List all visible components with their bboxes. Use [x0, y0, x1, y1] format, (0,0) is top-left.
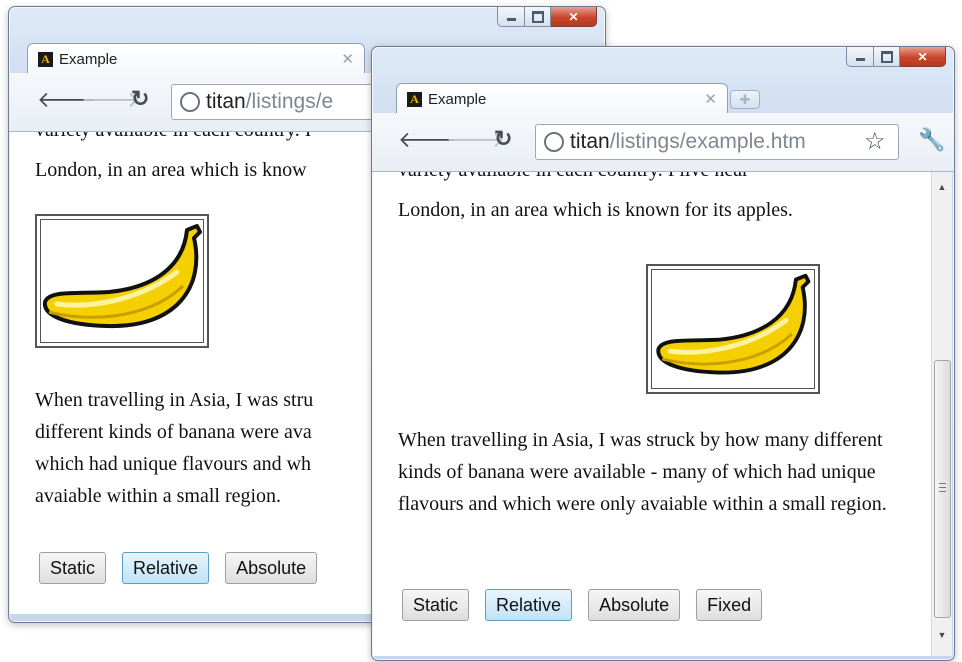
minimize-button[interactable]: [497, 7, 525, 27]
tab-close-icon[interactable]: ✕: [341, 50, 354, 68]
page-content: variety available in each country. I liv…: [373, 172, 931, 656]
absolute-button[interactable]: Absolute: [588, 589, 681, 621]
position-buttons: Static Relative Absolute: [39, 552, 318, 584]
wrench-icon[interactable]: 🔧: [918, 127, 945, 153]
url-host: titan: [570, 130, 610, 153]
banana-icon: [656, 273, 811, 375]
text-line: different kinds of banana were ava: [35, 421, 312, 443]
tab-title: Example: [59, 50, 118, 68]
fixed-button[interactable]: Fixed: [696, 589, 763, 621]
browser-window-front[interactable]: ✕ A Example ✕ ✚ 🡐 🡒 ↻ titan /listings/ex…: [371, 46, 955, 661]
relative-button[interactable]: Relative: [485, 589, 573, 621]
url-path: /listings/example.htm: [609, 130, 806, 153]
minimize-button[interactable]: [846, 47, 874, 67]
reload-icon[interactable]: ↻: [494, 126, 512, 152]
scroll-down-icon[interactable]: ▼: [932, 626, 952, 644]
banana-image: [646, 264, 820, 394]
position-buttons: Static Relative Absolute Fixed: [402, 589, 763, 621]
banana-image: [35, 214, 209, 348]
maximize-icon: [880, 50, 893, 63]
new-tab-button[interactable]: ✚: [730, 90, 760, 109]
vertical-scrollbar[interactable]: ▲ ▼: [931, 172, 952, 656]
favicon-icon: A: [38, 51, 53, 67]
close-window-button[interactable]: ✕: [551, 7, 597, 27]
tab-example[interactable]: A Example ✕: [396, 83, 728, 114]
banana-icon: [42, 224, 202, 329]
text-line: When travelling in Asia, I was stru: [35, 389, 314, 411]
url-path: /listings/e: [245, 90, 334, 113]
close-window-button[interactable]: ✕: [900, 47, 946, 67]
maximize-button[interactable]: [874, 47, 900, 67]
maximize-button[interactable]: [525, 7, 551, 27]
toolbar: 🡐 🡒 ↻ titan /listings/example.htm ☆ 🔧: [372, 113, 954, 172]
window-controls: ✕: [846, 47, 946, 67]
static-button[interactable]: Static: [402, 589, 470, 621]
maximize-icon: [531, 10, 544, 23]
minimize-icon: [855, 58, 865, 61]
clipped-text-line: variety available in each country. I: [35, 132, 311, 146]
tab-title: Example: [428, 90, 487, 108]
url-host: titan: [206, 90, 246, 113]
minimize-icon: [506, 18, 516, 21]
reload-icon[interactable]: ↻: [131, 86, 149, 112]
globe-icon: [544, 132, 564, 152]
text-line: London, in an area which is know: [35, 159, 307, 181]
tab-example[interactable]: A Example ✕: [27, 43, 365, 74]
relative-button[interactable]: Relative: [122, 552, 210, 584]
window-controls: ✕: [497, 7, 597, 27]
plus-icon: ✚: [739, 91, 751, 107]
scroll-thumb[interactable]: [934, 360, 951, 618]
text-line: London, in an area which is known for it…: [398, 199, 793, 221]
tab-close-icon[interactable]: ✕: [704, 90, 717, 108]
static-button[interactable]: Static: [39, 552, 107, 584]
address-bar[interactable]: titan /listings/example.htm: [535, 124, 899, 160]
star-icon[interactable]: ☆: [864, 127, 886, 156]
clipped-text-line: variety available in each country. I liv…: [398, 172, 749, 186]
close-icon: ✕: [917, 49, 928, 64]
text-line: which had unique flavours and wh: [35, 453, 312, 475]
globe-icon: [180, 92, 200, 112]
close-icon: ✕: [568, 9, 579, 24]
text-line: avaiable within a small region.: [35, 485, 282, 507]
scroll-up-icon[interactable]: ▲: [932, 178, 952, 196]
absolute-button[interactable]: Absolute: [225, 552, 318, 584]
paragraph: When travelling in Asia, I was struck by…: [398, 429, 887, 515]
favicon-icon: A: [407, 91, 422, 107]
